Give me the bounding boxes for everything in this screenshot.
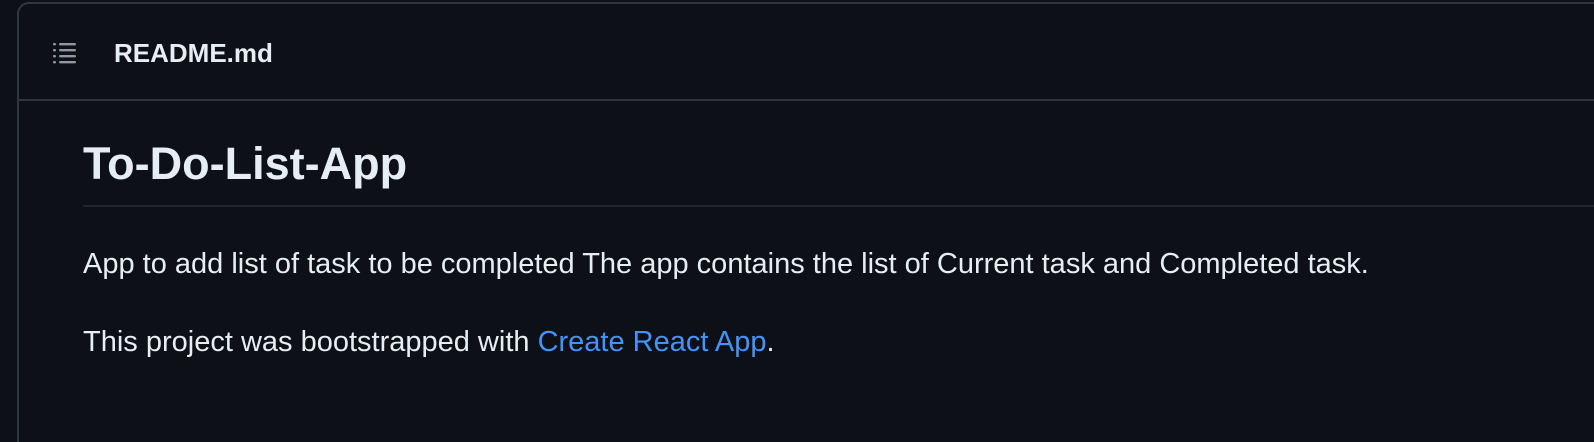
list-unordered-icon bbox=[53, 43, 76, 64]
readme-header: README.md bbox=[19, 4, 1594, 101]
description-paragraph: App to add list of task to be completed … bbox=[83, 248, 1369, 280]
title-divider bbox=[83, 205, 1594, 207]
readme-title: To-Do-List-App bbox=[83, 138, 408, 189]
file-name: README.md bbox=[114, 38, 273, 68]
table-of-contents-button[interactable] bbox=[49, 36, 83, 70]
readme-panel: README.md To-Do-List-App App to add list… bbox=[17, 2, 1594, 442]
bootstrap-paragraph: This project was bootstrapped with Creat… bbox=[83, 322, 775, 362]
create-react-app-link[interactable]: Create React App bbox=[538, 326, 767, 358]
bootstrap-text: This project was bootstrapped with bbox=[83, 326, 538, 358]
bootstrap-period: . bbox=[766, 326, 775, 358]
